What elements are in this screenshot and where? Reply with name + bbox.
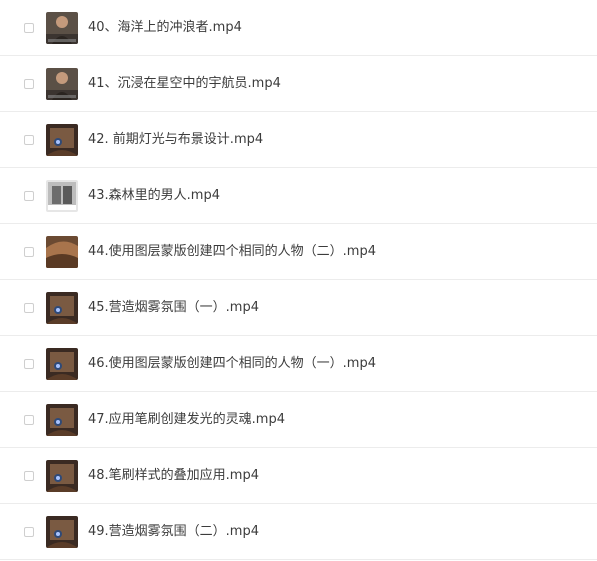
- file-name[interactable]: 46.使用图层蒙版创建四个相同的人物（一）.mp4: [88, 354, 376, 374]
- video-thumbnail[interactable]: [46, 180, 78, 212]
- list-item[interactable]: 43.森林里的男人.mp4: [0, 168, 597, 224]
- select-checkbox[interactable]: [24, 247, 34, 257]
- file-name[interactable]: 42. 前期灯光与布景设计.mp4: [88, 130, 263, 150]
- video-thumbnail[interactable]: [46, 404, 78, 436]
- file-name[interactable]: 43.森林里的男人.mp4: [88, 186, 220, 206]
- list-item[interactable]: 46.使用图层蒙版创建四个相同的人物（一）.mp4: [0, 336, 597, 392]
- select-checkbox[interactable]: [24, 23, 34, 33]
- select-checkbox[interactable]: [24, 79, 34, 89]
- file-name[interactable]: 45.营造烟雾氛围（一）.mp4: [88, 298, 259, 318]
- list-item[interactable]: 45.营造烟雾氛围（一）.mp4: [0, 280, 597, 336]
- video-thumbnail[interactable]: [46, 516, 78, 548]
- video-thumbnail[interactable]: [46, 292, 78, 324]
- list-item[interactable]: 41、沉浸在星空中的宇航员.mp4: [0, 56, 597, 112]
- file-name[interactable]: 41、沉浸在星空中的宇航员.mp4: [88, 74, 281, 94]
- list-item[interactable]: 48.笔刷样式的叠加应用.mp4: [0, 448, 597, 504]
- list-item[interactable]: 44.使用图层蒙版创建四个相同的人物（二）.mp4: [0, 224, 597, 280]
- video-thumbnail[interactable]: [46, 124, 78, 156]
- video-thumbnail[interactable]: [46, 68, 78, 100]
- select-checkbox[interactable]: [24, 191, 34, 201]
- list-item[interactable]: 42. 前期灯光与布景设计.mp4: [0, 112, 597, 168]
- select-checkbox[interactable]: [24, 135, 34, 145]
- file-name[interactable]: 48.笔刷样式的叠加应用.mp4: [88, 466, 259, 486]
- list-item[interactable]: 47.应用笔刷创建发光的灵魂.mp4: [0, 392, 597, 448]
- video-thumbnail[interactable]: [46, 460, 78, 492]
- select-checkbox[interactable]: [24, 359, 34, 369]
- list-item[interactable]: 49.营造烟雾氛围（二）.mp4: [0, 504, 597, 560]
- select-checkbox[interactable]: [24, 527, 34, 537]
- select-checkbox[interactable]: [24, 471, 34, 481]
- file-name[interactable]: 49.营造烟雾氛围（二）.mp4: [88, 522, 259, 542]
- video-thumbnail[interactable]: [46, 348, 78, 380]
- list-item[interactable]: 40、海洋上的冲浪者.mp4: [0, 0, 597, 56]
- file-name[interactable]: 47.应用笔刷创建发光的灵魂.mp4: [88, 410, 285, 430]
- video-thumbnail[interactable]: [46, 12, 78, 44]
- select-checkbox[interactable]: [24, 415, 34, 425]
- video-thumbnail[interactable]: [46, 236, 78, 268]
- file-name[interactable]: 40、海洋上的冲浪者.mp4: [88, 18, 242, 38]
- file-name[interactable]: 44.使用图层蒙版创建四个相同的人物（二）.mp4: [88, 242, 376, 262]
- select-checkbox[interactable]: [24, 303, 34, 313]
